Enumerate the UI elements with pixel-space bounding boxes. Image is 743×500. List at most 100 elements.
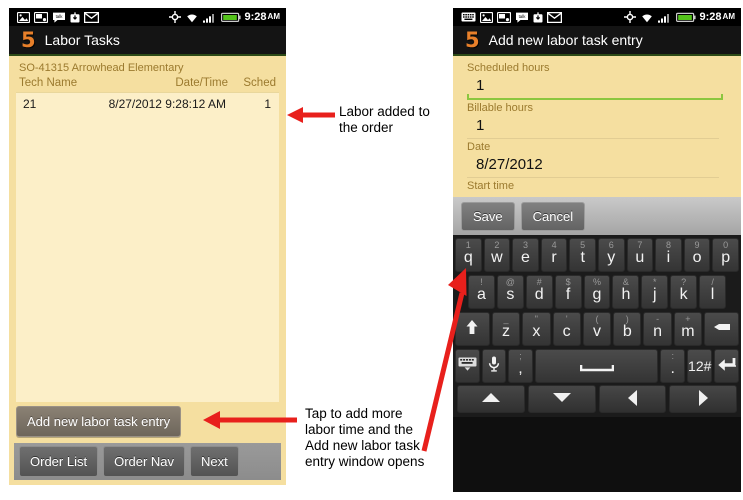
key-alt-label: 9 <box>694 240 700 250</box>
key-alt-label: 0 <box>723 240 729 250</box>
spacebar-key[interactable] <box>534 349 659 383</box>
battery-icon <box>675 12 696 23</box>
key-w[interactable]: 2w <box>483 238 511 272</box>
key-u[interactable]: 7u <box>626 238 654 272</box>
key-alt-label: 7 <box>637 240 643 250</box>
key-label: u <box>635 249 645 266</box>
download-icon <box>70 11 80 23</box>
key-v[interactable]: (v <box>582 312 612 346</box>
sd-card-icon <box>496 11 512 23</box>
svg-text:talk: talk <box>519 14 527 19</box>
backspace-key[interactable] <box>704 312 739 346</box>
enter-icon <box>717 357 736 375</box>
order-nav-button[interactable]: Order Nav <box>103 446 186 477</box>
key-z[interactable]: _ z <box>491 312 521 346</box>
key-label: g <box>592 286 602 303</box>
field-underline <box>467 177 719 178</box>
next-button[interactable]: Next <box>190 446 239 477</box>
nav-left-key[interactable] <box>598 385 667 413</box>
key-alt-label: 1 <box>465 240 471 250</box>
key-k[interactable]: ? k <box>670 275 698 309</box>
save-button[interactable]: Save <box>461 201 515 231</box>
key-label: 12# <box>688 358 712 374</box>
billable-hours-input[interactable]: 1 <box>467 115 741 138</box>
symbols-key[interactable]: 12# <box>687 349 713 383</box>
key-alt-label: : <box>671 351 674 361</box>
signal-icon <box>202 12 217 23</box>
on-screen-keyboard[interactable]: 1q 2w 3e 4r 5t 6y 7u 8i 9o 0p ! a @ s # d $… <box>453 235 741 417</box>
field-label: Scheduled hours <box>467 62 550 74</box>
right-status-bar: talk 9:28AM <box>453 8 741 26</box>
field-label: Date <box>467 141 491 153</box>
annotation-labor-added: Labor added to the order <box>339 104 430 135</box>
key-alt-label: 8 <box>665 240 671 250</box>
add-new-labor-task-entry-button[interactable]: Add new labor task entry <box>16 406 182 437</box>
key-alt-label: 5 <box>580 240 586 250</box>
key-r[interactable]: 4r <box>540 238 568 272</box>
key-f[interactable]: $ f <box>554 275 582 309</box>
key-d[interactable]: # d <box>525 275 553 309</box>
field-date[interactable]: Date 8/27/2012 <box>453 141 741 178</box>
key-alt-label: 4 <box>551 240 557 250</box>
key-c[interactable]: ' c <box>552 312 581 346</box>
field-underline <box>467 138 719 139</box>
key-label: w <box>491 249 503 266</box>
key-m[interactable]: + m <box>673 312 703 346</box>
key-label: b <box>622 323 632 340</box>
annotation-arrow-labor-added <box>287 107 335 123</box>
key-b[interactable]: ) b <box>613 312 642 346</box>
key-i[interactable]: 8i <box>655 238 682 272</box>
key-g[interactable]: % g <box>583 275 611 309</box>
key-x[interactable]: " x <box>522 312 551 346</box>
cancel-button[interactable]: Cancel <box>520 201 586 231</box>
key-comma-semicolon[interactable]: ;, <box>508 349 533 383</box>
order-list-button[interactable]: Order List <box>19 446 99 477</box>
key-label: y <box>607 249 616 266</box>
left-arrow-icon <box>627 389 638 410</box>
signal-icon <box>657 12 672 23</box>
right-status-clock: 9:28AM <box>699 11 735 23</box>
field-billable-hours[interactable]: Billable hours 1 <box>453 102 741 139</box>
left-status-clock: 9:28AM <box>244 11 280 23</box>
key-h[interactable]: & h <box>612 275 640 309</box>
left-title-bar: 5 Labor Tasks <box>9 26 286 54</box>
key-l[interactable]: / l <box>699 275 727 309</box>
field-scheduled-hours[interactable]: Scheduled hours 1 <box>453 62 741 100</box>
table-row[interactable]: 21 8/27/2012 9:28:12 AM 1 <box>16 93 279 111</box>
wifi-icon <box>185 12 199 23</box>
mail-icon <box>83 11 100 23</box>
app-logo-icon: 5 <box>465 27 480 52</box>
right-phone-screen: talk 9:28AM 5 Add new labor task entry S… <box>453 8 741 492</box>
order-subtitle: SO-41315 Arrowhead Elementary <box>19 62 184 74</box>
key-label: d <box>534 286 544 303</box>
microphone-key[interactable] <box>481 349 507 383</box>
key-o[interactable]: 9o <box>683 238 711 272</box>
key-j[interactable]: * j <box>641 275 669 309</box>
dialog-title: Add new labor task entry <box>488 32 643 48</box>
key-alt-label: ? <box>681 277 687 287</box>
key-s[interactable]: @ s <box>496 275 524 309</box>
key-y[interactable]: 6y <box>597 238 625 272</box>
enter-key[interactable] <box>714 349 739 383</box>
key-p[interactable]: 0p <box>712 238 739 272</box>
nav-right-key[interactable] <box>669 385 737 413</box>
date-input[interactable]: 8/27/2012 <box>467 154 741 177</box>
field-start-time[interactable]: Start time <box>453 180 741 192</box>
key-period-colon[interactable]: :. <box>660 349 686 383</box>
key-t[interactable]: 5t <box>569 238 596 272</box>
app-logo-icon: 5 <box>21 27 36 52</box>
cell-sched: 1 <box>264 97 271 111</box>
key-n[interactable]: -n <box>643 312 672 346</box>
nav-down-key[interactable] <box>527 385 596 413</box>
microphone-icon <box>488 356 500 376</box>
key-e[interactable]: 3e <box>512 238 539 272</box>
key-label: z <box>502 323 511 340</box>
scheduled-hours-input[interactable]: 1 <box>467 75 741 98</box>
key-alt-label: 6 <box>608 240 614 250</box>
key-label: s <box>506 286 515 303</box>
key-label: , <box>518 360 523 377</box>
key-alt-label: - <box>656 314 660 324</box>
download-icon <box>533 11 543 23</box>
key-label: t <box>580 249 585 266</box>
labor-task-list[interactable]: 21 8/27/2012 9:28:12 AM 1 <box>16 92 279 402</box>
